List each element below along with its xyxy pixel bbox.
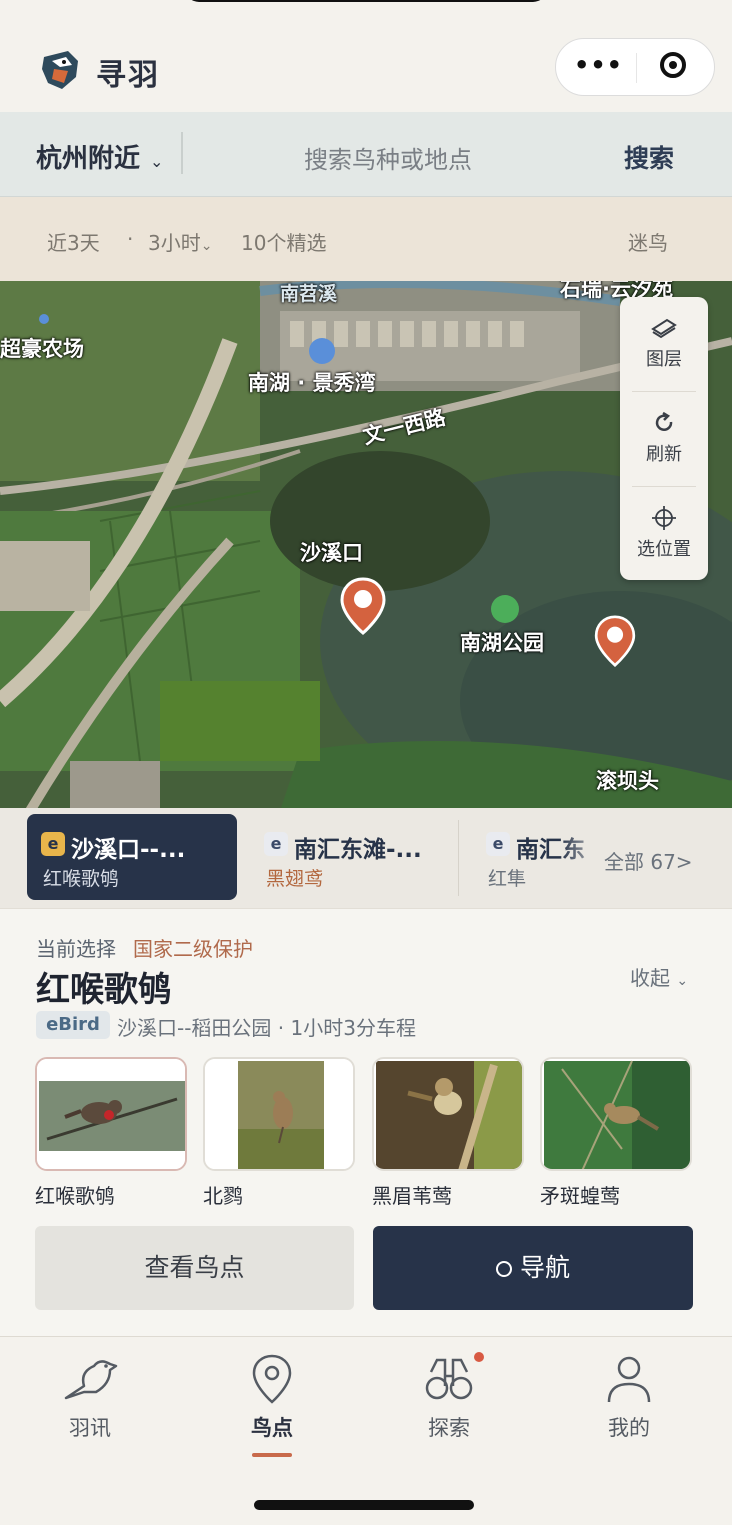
map-label: 超豪农场 — [0, 337, 84, 361]
bird-icon — [64, 1360, 118, 1400]
home-indicator — [254, 1500, 474, 1510]
filter-selection[interactable]: 10个精选 — [241, 227, 326, 256]
bird-thumbnail[interactable] — [203, 1057, 355, 1171]
view-spot-button[interactable]: 查看鸟点 — [35, 1226, 354, 1310]
card-divider — [458, 820, 459, 896]
pick-location-button[interactable]: 选位置 — [620, 487, 708, 581]
app-title: 寻羽 — [96, 58, 160, 93]
spot-name: 沙溪口--... — [71, 837, 186, 863]
filter-bar — [0, 197, 732, 281]
bird-photo — [205, 1059, 353, 1169]
tab-label: 探索 — [428, 1416, 470, 1440]
kingfisher-logo-icon — [42, 51, 78, 89]
bird-photo — [544, 1060, 690, 1169]
spot-bird: 黑翅鸢 — [266, 868, 324, 890]
layers-label: 图层 — [646, 349, 682, 370]
bird-thumbnail[interactable] — [372, 1057, 524, 1171]
pick-location-label: 选位置 — [637, 539, 691, 560]
device-notch — [185, 0, 547, 2]
map-label: 沙溪口 — [300, 541, 363, 565]
spot-bird: 红隼 — [488, 868, 527, 890]
chevron-down-icon: ⌄ — [200, 238, 213, 254]
tab-spots[interactable]: 鸟点 — [212, 1352, 332, 1442]
navigate-button[interactable]: 导航 — [373, 1226, 693, 1310]
tab-label: 羽讯 — [69, 1416, 111, 1440]
source-badge: eBird — [36, 1011, 110, 1039]
search-divider — [181, 132, 183, 174]
spot-card[interactable]: e 沙溪口--... 红喉歌鸲 — [27, 814, 237, 900]
tab-me[interactable]: 我的 — [569, 1352, 689, 1442]
chevron-down-icon: ⌄ — [676, 973, 689, 989]
tab-label: 我的 — [608, 1416, 650, 1440]
tab-label: 鸟点 — [251, 1416, 293, 1440]
map-label: 南苕溪 — [280, 283, 338, 305]
user-icon — [607, 1356, 651, 1403]
search-button[interactable]: 搜索 — [624, 139, 674, 175]
spot-card[interactable]: e 南汇东滩-... 黑翅鸢 — [250, 814, 456, 900]
notification-dot — [474, 1352, 484, 1362]
all-spots-link[interactable]: 全部 67> — [604, 846, 693, 875]
city-selector[interactable]: 杭州附近 — [36, 138, 140, 175]
map-label: 滚坝头 — [596, 769, 659, 793]
map-pin-icon[interactable] — [340, 577, 386, 635]
refresh-button[interactable]: 刷新 — [620, 392, 708, 486]
map-tools: 图层 刷新 选位置 — [620, 297, 708, 580]
map-label: 南湖公园 — [460, 631, 544, 655]
map-label: 南湖 · 景秀湾 — [248, 371, 376, 395]
spot-name: 南汇东滩-... — [294, 837, 422, 863]
bird-title: 红喉歌鸲 — [36, 970, 172, 1010]
tab-news[interactable]: 羽讯 — [30, 1352, 150, 1442]
bird-thumbnail[interactable] — [540, 1057, 692, 1171]
filter-mode[interactable]: 迷鸟 — [628, 227, 668, 256]
bird-photo — [37, 1059, 185, 1169]
filter-hours-label: 3小时 — [148, 231, 201, 255]
close-target-icon[interactable] — [660, 52, 686, 78]
chevron-down-icon[interactable]: ⌄ — [150, 152, 163, 171]
ebird-badge-icon: e — [264, 832, 288, 856]
layers-button[interactable]: 图层 — [620, 297, 708, 391]
more-icon[interactable]: ••• — [574, 51, 623, 79]
search-input[interactable]: 搜索鸟种或地点 — [304, 140, 472, 175]
filter-separator: · — [127, 227, 134, 251]
filter-days[interactable]: 近3天 — [47, 227, 100, 256]
location-line: 沙溪口--稻田公园 · 1小时3分车程 — [117, 1016, 416, 1040]
protection-badge: 国家二级保护 — [133, 937, 253, 961]
filter-hours[interactable]: 3小时⌄ — [148, 227, 212, 256]
collapse-label: 收起 — [630, 966, 670, 990]
map-pin-icon[interactable] — [594, 615, 636, 667]
active-tab-indicator — [252, 1453, 292, 1457]
location-pin-icon — [252, 1354, 292, 1404]
bird-photo — [376, 1061, 522, 1169]
ebird-badge-icon: e — [486, 832, 510, 856]
card-fade — [560, 808, 610, 908]
binoculars-icon — [425, 1358, 473, 1400]
navigate-label: 导航 — [519, 1253, 570, 1282]
refresh-label: 刷新 — [646, 444, 682, 465]
crosshair-icon — [652, 506, 676, 530]
thumbnail-caption: 北鹨 — [203, 1184, 243, 1208]
current-selection-label: 当前选择 — [36, 937, 116, 961]
thumbnail-caption: 黑眉苇莺 — [372, 1184, 452, 1208]
layers-icon — [651, 318, 677, 339]
ebird-badge-icon: e — [41, 832, 65, 856]
thumbnail-caption: 矛斑蝗莺 — [540, 1184, 620, 1208]
spot-bird: 红喉歌鸲 — [43, 868, 120, 890]
tab-explore[interactable]: 探索 — [389, 1352, 509, 1442]
thumbnail-caption: 红喉歌鸲 — [35, 1184, 115, 1208]
refresh-icon — [655, 411, 673, 431]
miniprogram-capsule[interactable]: ••• — [555, 38, 715, 96]
capsule-divider — [636, 53, 637, 83]
crosshair-icon — [495, 1261, 512, 1277]
collapse-button[interactable]: 收起 ⌄ — [630, 962, 688, 991]
bird-thumbnail[interactable] — [35, 1057, 187, 1171]
